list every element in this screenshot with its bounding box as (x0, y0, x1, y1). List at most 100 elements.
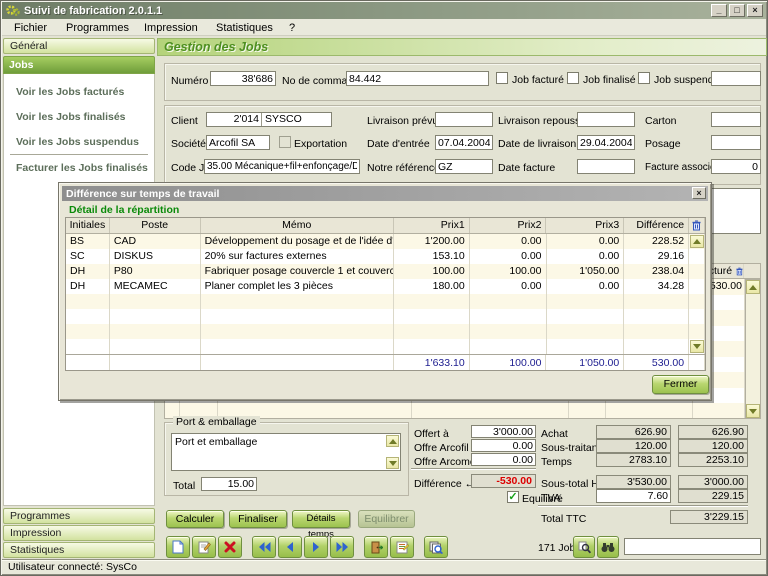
col-prix3[interactable]: Prix3 (546, 218, 624, 233)
exportation-checkbox[interactable] (279, 136, 291, 148)
tva-input[interactable] (596, 489, 671, 503)
sidebar-section-statistiques[interactable]: Statistiques (3, 542, 155, 558)
offert-input[interactable] (471, 425, 536, 438)
posage-input[interactable] (711, 135, 761, 150)
livraison-repoussee-input[interactable] (577, 112, 635, 127)
fermer-button[interactable]: Fermer (652, 375, 709, 394)
scroll-down-icon[interactable] (690, 340, 704, 353)
client-field[interactable]: 2'014 SYSCO (206, 112, 332, 127)
col-prix2[interactable]: Prix2 (470, 218, 547, 233)
offre-arcomec-input[interactable] (471, 453, 536, 466)
port-total-input[interactable] (201, 477, 257, 491)
trash-icon[interactable] (736, 266, 743, 277)
scroll-up-icon[interactable] (690, 235, 704, 248)
job-lines-scrollbar[interactable] (745, 279, 761, 419)
client-number[interactable]: 2'014 (207, 113, 262, 126)
date-facture-input[interactable] (577, 159, 635, 174)
repartition-row[interactable]: BS CAD Développement du posage et de l'i… (66, 234, 705, 249)
sidebar-item-jobs-factures[interactable]: Voir les Jobs facturés (16, 86, 124, 98)
job-finalise-checkbox[interactable] (567, 72, 579, 84)
date-livraison-input[interactable] (577, 135, 635, 150)
sidebar-section-programmes[interactable]: Programmes (3, 508, 155, 524)
calculer-button[interactable]: Calculer (166, 510, 224, 528)
col-poste[interactable]: Poste (110, 218, 201, 233)
next-arrow-icon (312, 542, 320, 552)
col-memo[interactable]: Mémo (201, 218, 394, 233)
menu-statistiques[interactable]: Statistiques (212, 21, 277, 35)
date-entree-input[interactable] (435, 135, 493, 150)
delete-job-button[interactable] (218, 536, 242, 558)
commande-input[interactable] (346, 71, 489, 86)
societe-input[interactable] (206, 135, 270, 150)
repartition-totals-row: 1'633.10 100.00 1'050.00 530.00 (66, 354, 705, 370)
carton-input[interactable] (711, 112, 761, 127)
code-job-input[interactable] (204, 159, 360, 174)
find-binoculars-button[interactable] (597, 536, 619, 558)
details-temps-button[interactable]: Détails temps (292, 510, 350, 528)
scroll-down-icon[interactable] (386, 457, 399, 469)
scroll-down-icon[interactable] (746, 404, 760, 418)
livraison-prevue-input[interactable] (435, 112, 493, 127)
facture-associee-input[interactable] (711, 159, 761, 174)
edit-job-button[interactable] (192, 536, 216, 558)
sidebar-section-jobs[interactable]: Jobs (3, 56, 155, 74)
next-record-button[interactable] (304, 536, 328, 558)
cell-prix3: 0.00 (547, 234, 625, 249)
search-input[interactable] (624, 538, 761, 555)
col-difference[interactable]: Différence (624, 218, 689, 233)
scroll-up-icon[interactable] (746, 280, 760, 294)
port-legend: Port & emballage (173, 416, 260, 428)
numero-input[interactable] (210, 71, 276, 86)
report-form-icon (396, 541, 409, 554)
close-button[interactable]: × (747, 4, 763, 17)
delete-column-header[interactable] (689, 218, 705, 233)
last-record-button[interactable] (330, 536, 354, 558)
scroll-up-icon[interactable] (386, 435, 399, 447)
client-name[interactable]: SYSCO (262, 113, 302, 126)
sidebar-item-facturer-finalises[interactable]: Facturer les Jobs finalisés (16, 162, 148, 174)
menu-fichier[interactable]: Fichier (10, 21, 51, 35)
notre-reference-input[interactable] (435, 159, 493, 174)
equilibrer-button[interactable]: Equilibrer (358, 510, 415, 528)
finaliser-button[interactable]: Finaliser (229, 510, 287, 528)
repartition-row[interactable]: DH MECAMEC Planer complet les 3 pièces 1… (66, 279, 705, 294)
port-textarea[interactable]: Port et emballage (171, 433, 401, 471)
new-job-button[interactable] (166, 536, 190, 558)
job-facture-checkbox[interactable] (496, 72, 508, 84)
binoculars-icon (601, 542, 615, 553)
job-flag-input[interactable] (711, 71, 761, 86)
col-initiales[interactable]: Initiales (66, 218, 110, 233)
previous-record-button[interactable] (278, 536, 302, 558)
menu-help[interactable]: ? (285, 21, 299, 35)
difference-value: -530.00 (471, 474, 536, 488)
window-titlebar[interactable]: Suivi de fabrication 2.0.1.1 _ □ × (2, 2, 766, 19)
repartition-row[interactable]: DH P80 Fabriquer posage couvercle 1 et c… (66, 264, 705, 279)
exit-form-button[interactable] (364, 536, 388, 558)
repartition-row-empty[interactable] (66, 309, 705, 324)
sidebar-item-jobs-suspendus[interactable]: Voir les Jobs suspendus (16, 136, 139, 148)
sidebar-section-impression[interactable]: Impression (3, 525, 155, 541)
repartition-row-empty[interactable] (66, 324, 705, 339)
report-button[interactable] (390, 536, 414, 558)
menu-programmes[interactable]: Programmes (62, 21, 133, 35)
sidebar-item-jobs-finalises[interactable]: Voir les Jobs finalisés (16, 111, 126, 123)
job-suspendu-checkbox[interactable] (638, 72, 650, 84)
equilibre-checkbox[interactable]: ✓ (507, 491, 519, 503)
print-preview-button[interactable] (424, 536, 448, 558)
maximize-button[interactable]: □ (729, 4, 745, 17)
job-facture-label: Job facturé (512, 74, 564, 86)
offert-label: Offert à (414, 428, 449, 440)
offre-arcofil-input[interactable] (471, 439, 536, 452)
dialog-titlebar[interactable]: Différence sur temps de travail (62, 186, 708, 201)
search-job-button[interactable] (573, 536, 595, 558)
minimize-button[interactable]: _ (711, 4, 727, 17)
repartition-row-empty[interactable] (66, 294, 705, 309)
col-prix1[interactable]: Prix1 (394, 218, 470, 233)
date-entree-label: Date d'entrée (367, 138, 430, 150)
menu-impression[interactable]: Impression (140, 21, 202, 35)
repartition-row[interactable]: SC DISKUS 20% sur factures externes 153.… (66, 249, 705, 264)
dialog-close-button[interactable]: × (692, 187, 706, 199)
repartition-row-empty[interactable] (66, 339, 705, 354)
sidebar-section-general[interactable]: Général (3, 38, 155, 54)
first-record-button[interactable] (252, 536, 276, 558)
